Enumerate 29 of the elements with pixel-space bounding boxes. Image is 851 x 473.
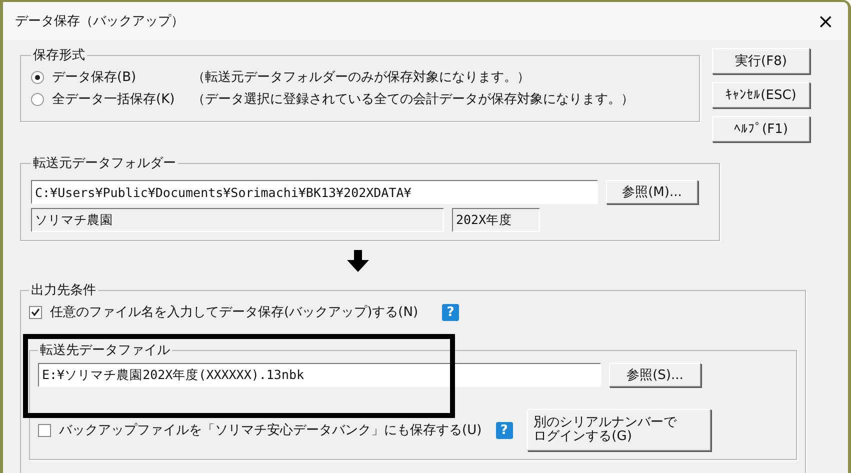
group-label: 保存形式	[32, 47, 86, 64]
option-note: （データ選択に登録されている全ての会計データが保存対象になります。）	[192, 91, 634, 108]
group-label: 出力先条件	[30, 282, 97, 299]
checkbox-label: 任意のファイル名を入力してデータ保存(バックアップ)する(N)	[50, 304, 418, 321]
group-label: 転送元データフォルダー	[32, 155, 177, 172]
dialog-button[interactable]: 実行(F8)	[712, 48, 810, 74]
radio-label: 全データ一括保存(K)	[52, 91, 176, 108]
browse-button[interactable]: 参照(S)...	[609, 363, 701, 387]
radio-label: データ保存(B)	[52, 69, 138, 86]
year-field: 202X年度	[452, 208, 540, 232]
help-icon[interactable]: ?	[442, 304, 460, 320]
checkbox-label: バックアップファイルを「ソリマチ安心データバンク」にも保存する(U)	[59, 422, 482, 439]
help-icon[interactable]: ?	[496, 422, 513, 438]
company-field: ソリマチ農園	[31, 208, 444, 232]
checkbox[interactable]	[29, 306, 42, 318]
dialog-button[interactable]: ﾍﾙﾌﾟ(F1)	[712, 116, 810, 142]
group-label: 転送先データファイル	[39, 342, 171, 359]
browse-button[interactable]: 参照(M)...	[606, 180, 698, 204]
option-note: （転送元データフォルダーのみが保存対象になります。）	[192, 69, 530, 86]
path-field[interactable]: C:¥Users¥Public¥Documents¥Sorimachi¥BK13¥202XDATA¥	[31, 180, 598, 204]
file-field[interactable]: E:¥ソリマチ農園202X年度(XXXXXX).13nbk	[38, 363, 601, 387]
window-title: データ保存（バックアップ）	[15, 13, 184, 30]
radio-button[interactable]	[31, 92, 44, 106]
radio-button[interactable]	[31, 70, 44, 84]
checkbox[interactable]	[38, 424, 51, 436]
close-button[interactable]: ×	[813, 9, 838, 33]
down-arrow-icon	[347, 250, 369, 272]
dialog-button[interactable]: ｷｬﾝｾﾙ(ESC)	[712, 82, 810, 108]
login-button[interactable]: 別のシリアルナンバーで ログインする(G)	[526, 409, 711, 451]
